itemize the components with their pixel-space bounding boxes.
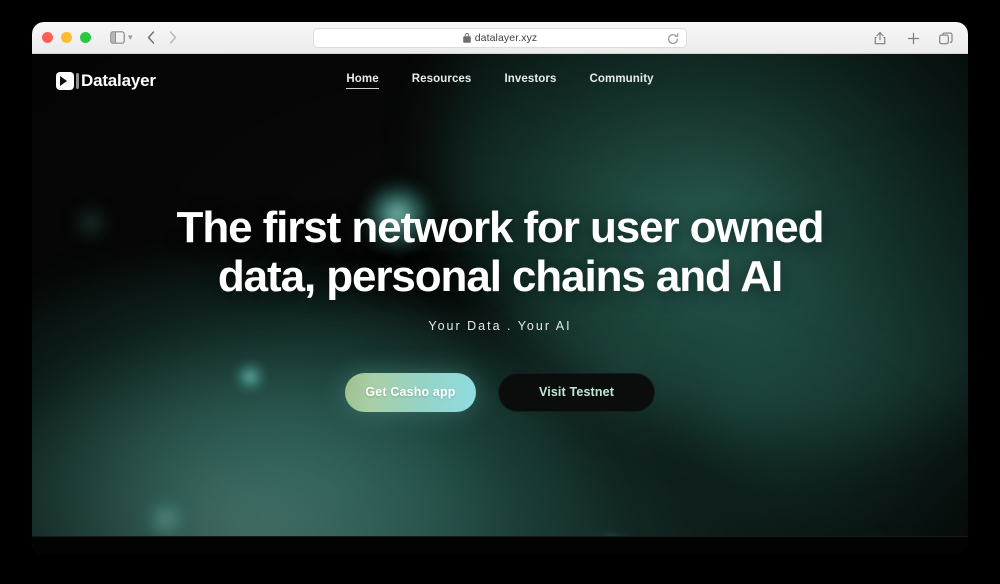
nav-link-home[interactable]: Home bbox=[346, 73, 379, 89]
site-header: Datalayer Home Resources Investors Commu… bbox=[32, 54, 968, 108]
browser-toolbar: ▾ datalayer.xyz bbox=[32, 22, 968, 54]
sidebar-toggle-icon[interactable] bbox=[107, 28, 127, 48]
minimize-window-button[interactable] bbox=[61, 32, 72, 43]
hero-title-line-2: data, personal chains and AI bbox=[217, 252, 783, 302]
site-navigation: Home Resources Investors Community bbox=[32, 73, 968, 89]
nav-link-resources[interactable]: Resources bbox=[412, 73, 472, 89]
hero-action-buttons: Get Casho app Visit Testnet bbox=[32, 372, 968, 412]
chevron-down-icon[interactable]: ▾ bbox=[128, 32, 133, 43]
desktop-backdrop: ▾ datalayer.xyz Datalayer Home Resources… bbox=[0, 0, 1000, 584]
lock-icon bbox=[462, 33, 471, 43]
nav-link-community[interactable]: Community bbox=[589, 73, 653, 89]
nav-link-investors[interactable]: Investors bbox=[504, 73, 556, 89]
forward-arrow-icon[interactable] bbox=[163, 28, 183, 48]
window-controls bbox=[42, 32, 91, 43]
visit-testnet-button[interactable]: Visit Testnet bbox=[498, 372, 655, 412]
close-window-button[interactable] bbox=[42, 32, 53, 43]
toolbar-right-actions bbox=[870, 22, 956, 54]
back-arrow-icon[interactable] bbox=[141, 28, 161, 48]
hero-section: The first network for user owned data, p… bbox=[32, 108, 968, 412]
reload-icon[interactable] bbox=[666, 32, 680, 46]
maximize-window-button[interactable] bbox=[80, 32, 91, 43]
plus-icon[interactable] bbox=[903, 28, 923, 48]
page-title: The first network for user owned data, p… bbox=[160, 203, 840, 302]
browser-window: ▾ datalayer.xyz Datalayer Home Resources… bbox=[32, 22, 968, 554]
address-bar[interactable]: datalayer.xyz bbox=[313, 28, 687, 48]
hero-title-line-1: The first network for user owned bbox=[176, 203, 825, 252]
navigation-buttons bbox=[141, 28, 183, 48]
page-bottom-strip bbox=[32, 536, 968, 554]
get-casho-app-button[interactable]: Get Casho app bbox=[345, 372, 476, 412]
share-icon[interactable] bbox=[870, 28, 890, 48]
website-viewport: Datalayer Home Resources Investors Commu… bbox=[32, 54, 968, 554]
url-text: datalayer.xyz bbox=[474, 32, 538, 44]
tab-overview-icon[interactable] bbox=[936, 28, 956, 48]
hero-subtitle: Your Data . Your AI bbox=[428, 318, 572, 333]
